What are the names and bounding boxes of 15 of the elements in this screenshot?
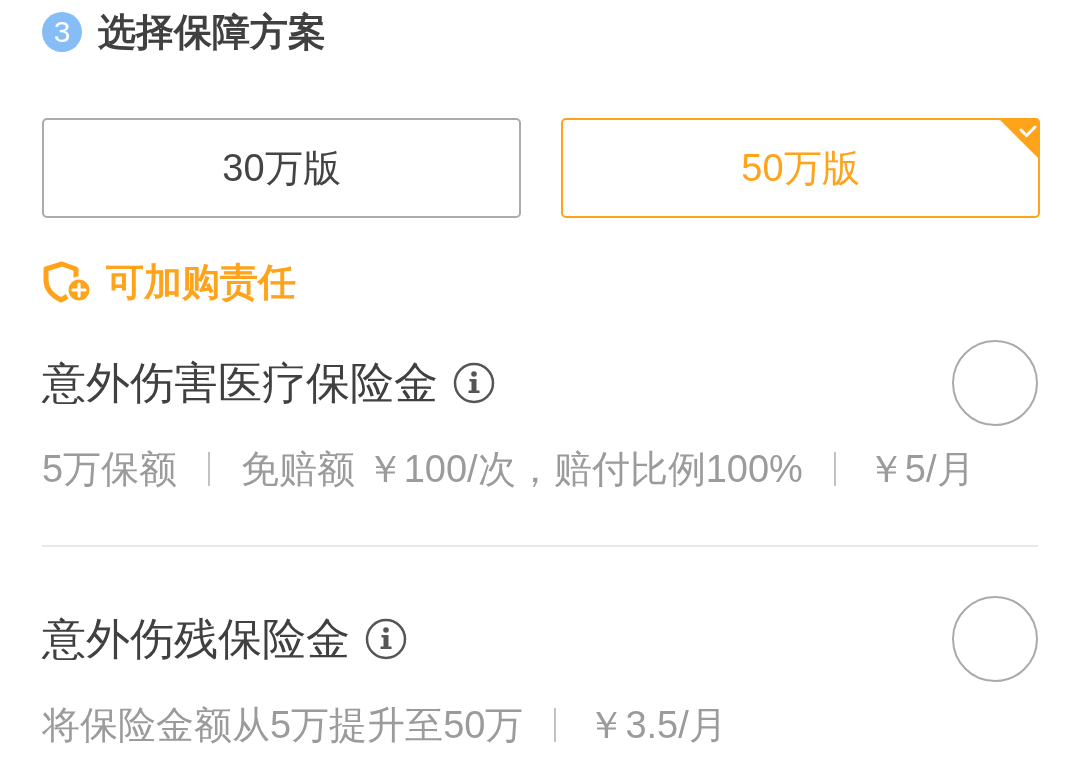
step-number: 3 [42,12,82,52]
coverage-title: 意外伤残保险金 [42,614,350,664]
plan-option[interactable]: 30万版 [42,118,521,218]
coverage-detail: 将保险金额从5万提升至50万 [42,703,524,748]
coverage-detail: 免赔额 ￥100/次，赔付比例100% [241,447,803,492]
coverage-detail: ￥5/月 [866,447,975,492]
coverage-title: 意外伤害医疗保险金 [42,358,438,408]
section-title: 选择保障方案 [98,12,326,52]
addon-heading: 可加购责任 [106,262,296,302]
coverage-detail: 5万保额 [42,447,178,492]
coverage-detail: ￥3.5/月 [587,703,727,748]
info-icon[interactable] [365,618,407,660]
shield-plus-icon [42,261,92,303]
info-icon[interactable] [453,362,495,404]
check-icon [998,118,1040,160]
